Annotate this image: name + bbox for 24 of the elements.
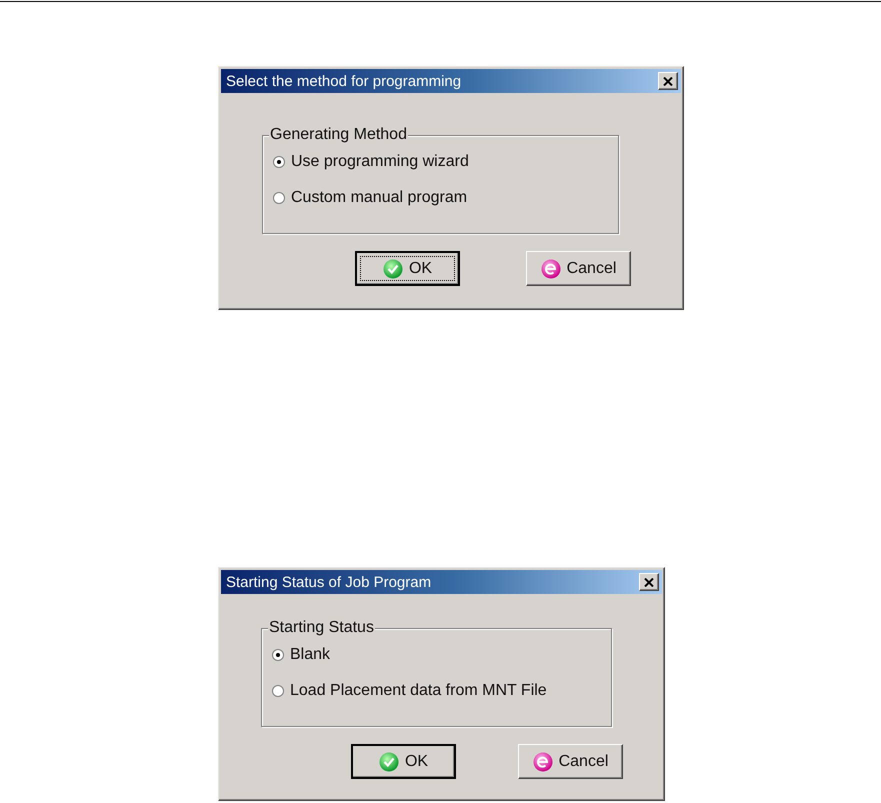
radio-button[interactable] bbox=[273, 156, 285, 168]
radio-button[interactable] bbox=[272, 649, 284, 661]
group-label: Generating Method bbox=[269, 126, 408, 144]
radio-option[interactable]: Use programming wizard bbox=[273, 152, 618, 172]
close-button[interactable] bbox=[639, 573, 659, 591]
window-title: Starting Status of Job Program bbox=[226, 574, 432, 590]
cancel-icon bbox=[532, 752, 553, 772]
check-icon bbox=[382, 258, 403, 278]
close-icon bbox=[663, 76, 673, 86]
radio-option[interactable]: Custom manual program bbox=[273, 188, 618, 208]
radio-button[interactable] bbox=[272, 685, 284, 697]
cancel-button[interactable]: Cancel bbox=[518, 744, 623, 779]
group-label: Starting Status bbox=[268, 619, 375, 637]
cancel-icon bbox=[540, 258, 561, 278]
ok-button[interactable]: OK bbox=[355, 251, 460, 286]
window-title: Select the method for programming bbox=[226, 72, 462, 90]
close-icon bbox=[644, 578, 654, 586]
close-button[interactable] bbox=[658, 72, 678, 90]
radio-option[interactable]: Blank bbox=[272, 645, 611, 665]
radio-option[interactable]: Load Placement data from MNT File bbox=[272, 681, 611, 701]
radio-button[interactable] bbox=[273, 192, 285, 204]
ok-button[interactable]: OK bbox=[351, 744, 456, 779]
cancel-button[interactable]: Cancel bbox=[526, 251, 631, 286]
check-icon bbox=[378, 752, 399, 772]
